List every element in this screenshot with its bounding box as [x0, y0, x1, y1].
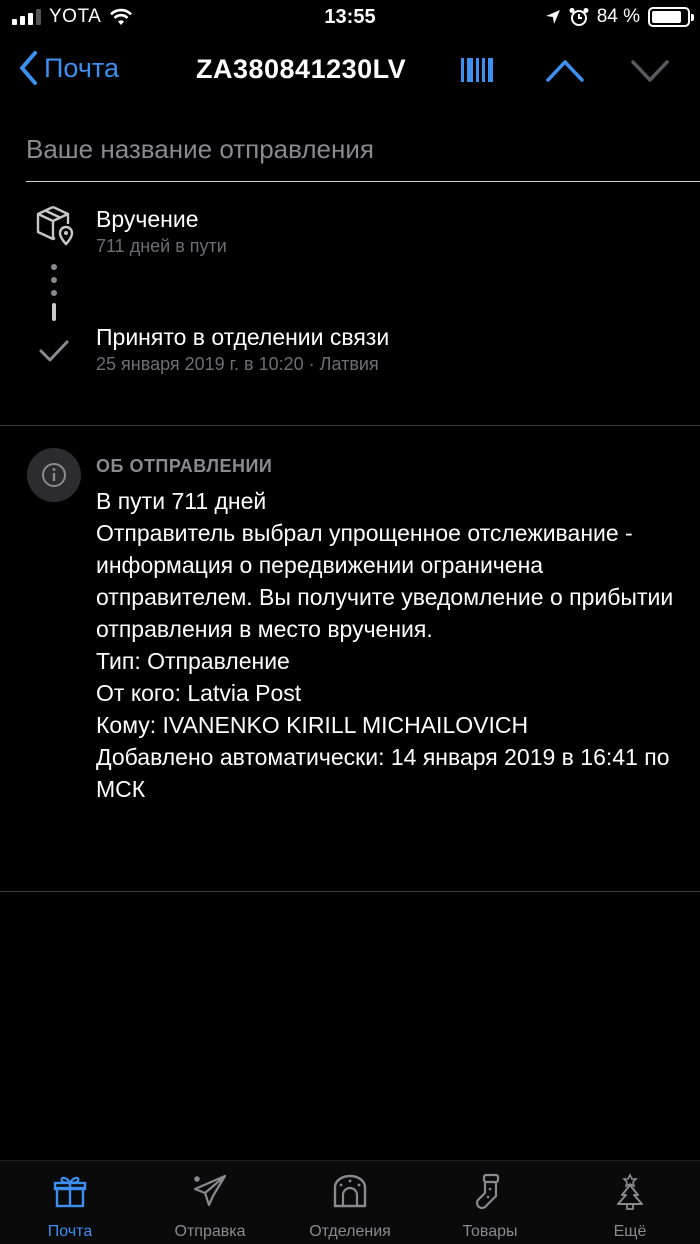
- tab-more[interactable]: Ещё: [560, 1161, 700, 1244]
- about-line: Кому: IVANENKO KIRILL MICHAILOVICH: [96, 712, 529, 738]
- status-right: 84 %: [545, 6, 694, 28]
- battery-icon: [648, 7, 694, 27]
- about-line: Отправитель выбрал упрощенное отслеживан…: [96, 520, 674, 642]
- about-line: От кого: Latvia Post: [96, 680, 302, 706]
- timeline-connector: [51, 264, 57, 328]
- battery-level: [652, 11, 681, 23]
- post-office-icon: [331, 1173, 369, 1214]
- navigation-bar: Почта ZA380841230LV: [0, 40, 700, 102]
- about-line: В пути 711 дней: [96, 488, 267, 514]
- tab-label: Ещё: [613, 1223, 647, 1240]
- back-button[interactable]: Почта: [18, 50, 119, 86]
- check-icon: [38, 338, 70, 369]
- gift-icon: [52, 1173, 88, 1214]
- barcode-icon[interactable]: [460, 56, 494, 89]
- info-icon: [27, 448, 81, 502]
- chevron-down-icon[interactable]: [630, 52, 670, 93]
- about-line: Тип: Отправление: [96, 648, 290, 674]
- tab-goods[interactable]: Товары: [420, 1161, 560, 1244]
- location-arrow-icon: [545, 10, 560, 24]
- section-divider: [0, 891, 700, 892]
- about-line: Добавлено автоматически: 14 января 2019 …: [96, 744, 670, 802]
- about-body: В пути 711 дней Отправитель выбрал упрощ…: [96, 485, 686, 805]
- tracking-number-title: ZA380841230LV: [196, 54, 407, 84]
- paper-plane-icon: [191, 1173, 229, 1214]
- package-location-icon: [34, 204, 76, 251]
- tab-offices[interactable]: Отделения: [280, 1161, 420, 1244]
- tab-label: Отделения: [309, 1223, 391, 1240]
- tab-bar: Почта Отправка Отделения Товары Ещё: [0, 1160, 700, 1244]
- tab-mail[interactable]: Почта: [0, 1161, 140, 1244]
- chevron-left-icon: [20, 51, 37, 85]
- battery-percent: 84 %: [596, 6, 640, 27]
- section-divider: [0, 425, 700, 426]
- status-bar: YOTA 13:55 84 %: [0, 0, 700, 36]
- stocking-icon: [472, 1173, 508, 1216]
- shipment-name-input[interactable]: Ваше название отправления: [26, 132, 700, 182]
- about-heading: ОБ ОТПРАВЛЕНИИ: [96, 456, 273, 476]
- tab-label: Товары: [462, 1223, 518, 1240]
- timeline-subtitle: 711 дней в пути: [96, 236, 227, 256]
- christmas-tree-icon: [612, 1173, 648, 1216]
- tab-label: Почта: [47, 1223, 93, 1240]
- tab-label: Отправка: [174, 1223, 246, 1240]
- timeline-title: Вручение: [96, 206, 199, 232]
- timeline-title: Принято в отделении связи: [96, 324, 390, 350]
- back-button-label: Почта: [44, 52, 119, 83]
- alarm-icon: [569, 8, 589, 26]
- chevron-up-icon[interactable]: [545, 52, 585, 93]
- tab-send[interactable]: Отправка: [140, 1161, 280, 1244]
- shipment-name-placeholder: Ваше название отправления: [26, 134, 374, 164]
- timeline-subtitle: 25 января 2019 г. в 10:20 · Латвия: [96, 354, 379, 374]
